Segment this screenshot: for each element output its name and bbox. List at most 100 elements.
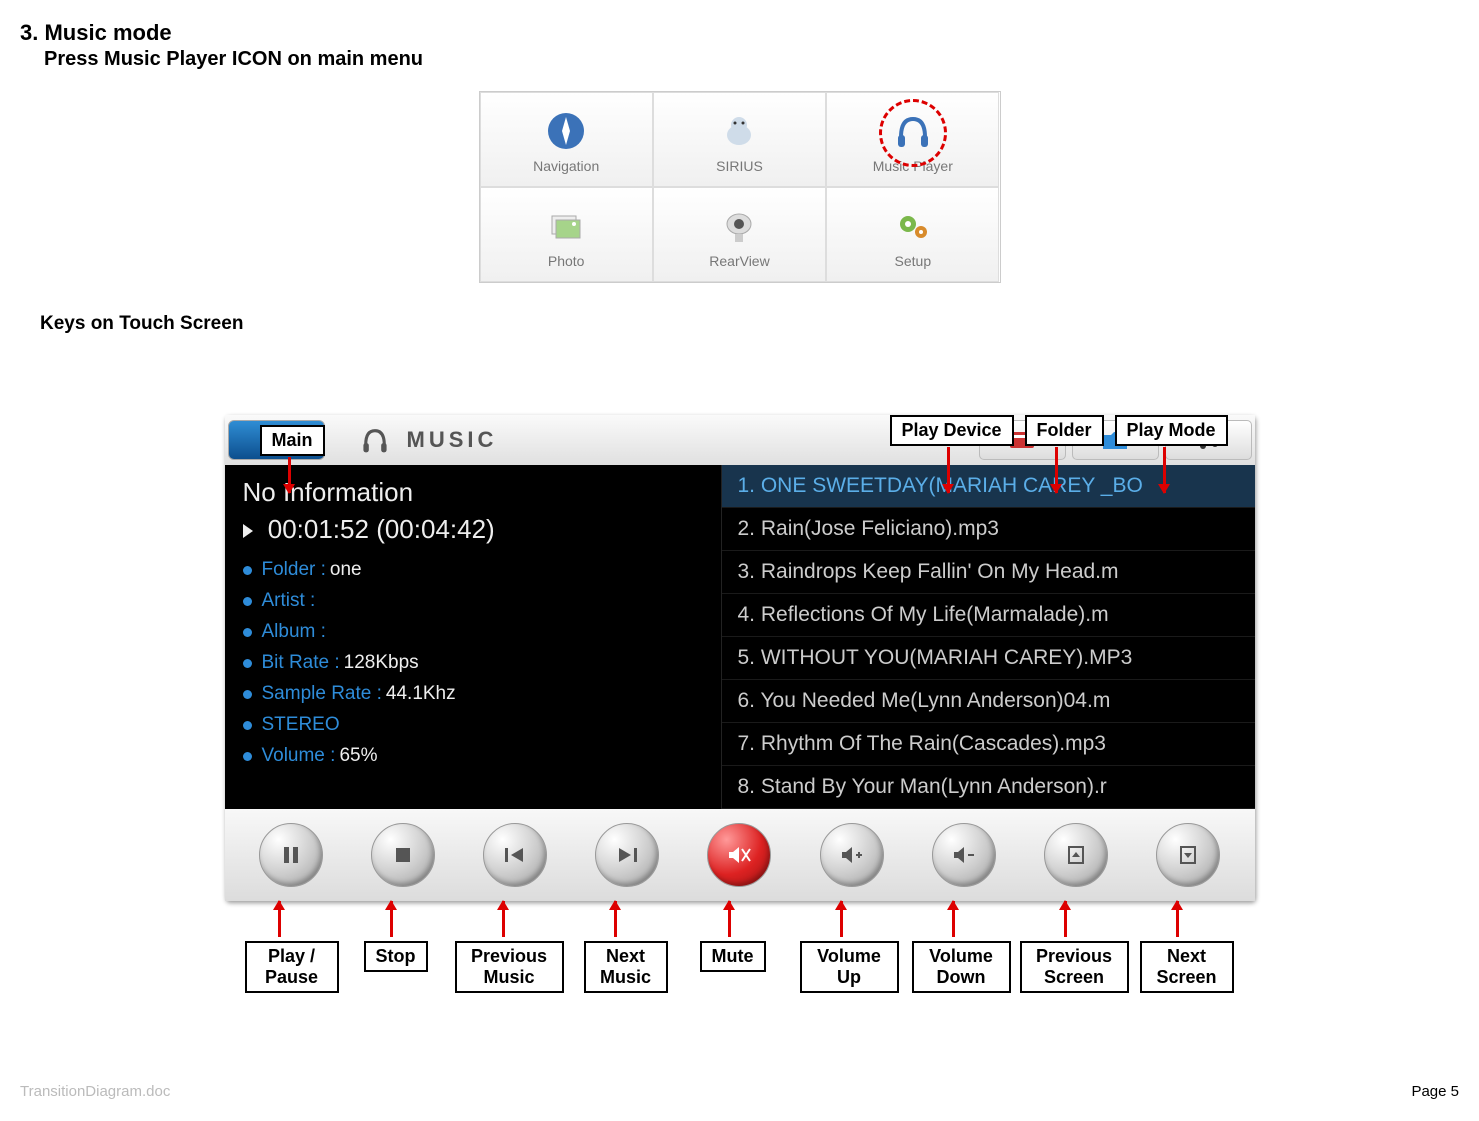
label-prev-screen: Previous Screen xyxy=(1020,941,1129,993)
main-menu: Navigation SIRIUS Music Player Photo xyxy=(479,91,1001,283)
field-label: Sample Rate : xyxy=(262,683,382,705)
music-title: MUSIC xyxy=(328,415,976,465)
compass-icon xyxy=(541,106,591,156)
section-number: 3. xyxy=(20,20,38,45)
highlight-circle xyxy=(879,99,947,167)
section-subheading: Press Music Player ICON on main menu xyxy=(44,48,1459,71)
footer-filename: TransitionDiagram.doc xyxy=(20,1083,170,1100)
field-label: STEREO xyxy=(262,714,340,736)
vol-up-icon xyxy=(839,844,865,866)
arrow-icon xyxy=(502,901,505,937)
prev-music-button[interactable] xyxy=(483,823,547,887)
label-play-mode: Play Mode xyxy=(1115,415,1228,446)
stop-icon xyxy=(393,845,413,865)
menu-label: Navigation xyxy=(533,158,599,174)
menu-rearview[interactable]: RearView xyxy=(653,187,826,282)
field-label: Artist : xyxy=(262,590,316,612)
play-pause-button[interactable] xyxy=(259,823,323,887)
prev-screen-button[interactable] xyxy=(1044,823,1108,887)
player-controls xyxy=(225,809,1255,901)
track-list: 1. ONE SWEETDAY(MARIAH CAREY _BO 2. Rain… xyxy=(721,465,1255,809)
volume-up-button[interactable] xyxy=(820,823,884,887)
arrow-icon xyxy=(840,901,843,937)
label-play-device: Play Device xyxy=(890,415,1014,446)
next-icon xyxy=(615,845,639,865)
arrow-icon xyxy=(614,901,617,937)
page-number: Page 5 xyxy=(1411,1083,1459,1100)
menu-label: Photo xyxy=(548,253,585,269)
arrow-icon xyxy=(952,901,955,937)
track-item[interactable]: 7. Rhythm Of The Rain(Cascades).mp3 xyxy=(722,723,1255,766)
page-down-icon xyxy=(1177,844,1199,866)
info-time: 00:01:52 (00:04:42) xyxy=(243,514,703,545)
track-item[interactable]: 4. Reflections Of My Life(Marmalade).m xyxy=(722,594,1255,637)
menu-label: SIRIUS xyxy=(716,158,763,174)
pause-icon xyxy=(280,844,302,866)
info-title: No Information xyxy=(243,477,703,508)
music-player: MUSIC No Information 00:01:52 xyxy=(225,415,1255,901)
next-screen-button[interactable] xyxy=(1156,823,1220,887)
menu-sirius[interactable]: SIRIUS xyxy=(653,92,826,187)
info-panel: No Information 00:01:52 (00:04:42) Folde… xyxy=(225,465,721,809)
camera-icon xyxy=(714,201,764,251)
section-heading: 3. Music mode xyxy=(20,20,1459,46)
stop-button[interactable] xyxy=(371,823,435,887)
arrow-icon xyxy=(278,901,281,937)
page-up-icon xyxy=(1065,844,1087,866)
mute-icon xyxy=(726,844,752,866)
label-vol-up: Volume Up xyxy=(800,941,899,993)
mute-button[interactable] xyxy=(707,823,771,887)
field-value: 128Kbps xyxy=(344,652,419,674)
field-value: 65% xyxy=(339,745,377,767)
field-label: Bit Rate : xyxy=(262,652,340,674)
menu-setup[interactable]: Setup xyxy=(826,187,999,282)
label-folder: Folder xyxy=(1025,415,1104,446)
prev-icon xyxy=(503,845,527,865)
dog-icon xyxy=(714,106,764,156)
field-label: Album : xyxy=(262,621,326,643)
total-time: (00:04:42) xyxy=(376,514,495,544)
play-indicator-icon xyxy=(243,524,253,538)
label-next-music: Next Music xyxy=(584,941,668,993)
arrow-icon xyxy=(1163,447,1166,493)
gears-icon xyxy=(888,201,938,251)
track-item[interactable]: 2. Rain(Jose Feliciano).mp3 xyxy=(722,508,1255,551)
label-prev-music: Previous Music xyxy=(455,941,564,993)
arrow-icon xyxy=(1055,447,1058,493)
arrow-icon xyxy=(1176,901,1179,937)
field-value: 44.1Khz xyxy=(386,683,456,705)
elapsed-time: 00:01:52 xyxy=(268,514,369,544)
menu-label: RearView xyxy=(709,253,769,269)
arrow-icon xyxy=(947,447,950,493)
menu-photo[interactable]: Photo xyxy=(480,187,653,282)
diagram: Main Play Device Folder Play Mode MUSIC xyxy=(140,415,1340,1001)
arrow-icon xyxy=(728,901,731,937)
volume-down-button[interactable] xyxy=(932,823,996,887)
music-label: MUSIC xyxy=(407,427,498,453)
section-title: Music mode xyxy=(44,20,171,45)
field-label: Volume : xyxy=(262,745,336,767)
menu-music-player[interactable]: Music Player xyxy=(826,92,999,187)
photo-icon xyxy=(541,201,591,251)
label-main: Main xyxy=(260,425,325,456)
vol-down-icon xyxy=(951,844,977,866)
arrow-icon xyxy=(288,457,291,493)
keys-heading: Keys on Touch Screen xyxy=(40,313,1459,335)
menu-navigation[interactable]: Navigation xyxy=(480,92,653,187)
arrow-icon xyxy=(390,901,393,937)
label-vol-down: Volume Down xyxy=(912,941,1011,993)
label-next-screen: Next Screen xyxy=(1140,941,1234,993)
track-item[interactable]: 1. ONE SWEETDAY(MARIAH CAREY _BO xyxy=(722,465,1255,508)
headphones-icon xyxy=(358,423,392,457)
track-item[interactable]: 8. Stand By Your Man(Lynn Anderson).r xyxy=(722,766,1255,809)
arrow-icon xyxy=(1064,901,1067,937)
label-mute: Mute xyxy=(700,941,766,972)
label-play-pause: Play / Pause xyxy=(245,941,339,993)
track-item[interactable]: 3. Raindrops Keep Fallin' On My Head.m xyxy=(722,551,1255,594)
label-stop: Stop xyxy=(364,941,428,972)
field-label: Folder : xyxy=(262,559,326,581)
track-item[interactable]: 5. WITHOUT YOU(MARIAH CAREY).MP3 xyxy=(722,637,1255,680)
track-item[interactable]: 6. You Needed Me(Lynn Anderson)04.m xyxy=(722,680,1255,723)
field-value: one xyxy=(330,559,362,581)
next-music-button[interactable] xyxy=(595,823,659,887)
